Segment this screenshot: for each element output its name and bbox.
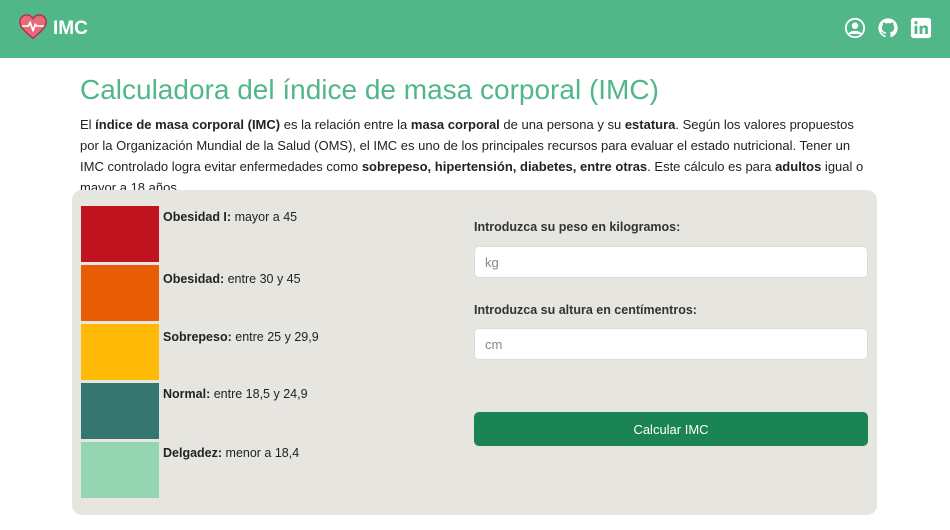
weight-input[interactable] xyxy=(474,246,868,278)
page-title: Calculadora del índice de masa corporal … xyxy=(80,74,659,105)
linkedin-icon[interactable] xyxy=(910,17,932,39)
legend-item-normal: Normal: entre 18,5 y 24,9 xyxy=(81,383,401,439)
legend-item-obesidad: Obesidad: entre 30 y 45 xyxy=(81,265,401,321)
legend-range: entre 25 y 29,9 xyxy=(235,330,319,344)
intro-paragraph: El índice de masa corporal (IMC) es la r… xyxy=(80,114,870,198)
color-swatch xyxy=(81,442,159,498)
intro-highlight: adultos xyxy=(775,159,822,174)
heart-pulse-icon xyxy=(18,12,48,47)
social-links xyxy=(844,17,932,39)
brand-name: IMC xyxy=(53,18,88,39)
legend-item-sobrepeso: Sobrepeso: entre 25 y 29,9 xyxy=(81,324,401,380)
legend-item-obesidad-i: Obesidad I: mayor a 45 xyxy=(81,206,401,262)
intro-highlight: masa corporal xyxy=(410,117,500,132)
intro-highlight: estatura xyxy=(624,117,676,132)
legend-label: Obesidad I: xyxy=(163,210,232,224)
color-swatch xyxy=(81,206,159,262)
height-input[interactable] xyxy=(474,328,868,360)
brand-link[interactable]: IMC xyxy=(18,12,88,46)
intro-highlight: sobrepeso, hipertensión, diabetes, entre… xyxy=(361,159,648,174)
legend-range: menor a 18,4 xyxy=(225,446,300,460)
intro-text: es la relación entre la xyxy=(280,117,411,132)
legend-label: Sobrepeso: xyxy=(163,330,232,344)
weight-label: Introduzca su peso en kilogramos: xyxy=(474,220,681,234)
legend-range: entre 30 y 45 xyxy=(227,272,301,286)
intro-text: . Este cálculo es para xyxy=(647,159,776,174)
legend-range: entre 18,5 y 24,9 xyxy=(213,387,308,401)
navbar: IMC xyxy=(0,0,950,58)
color-swatch xyxy=(81,265,159,321)
calculator-panel: Obesidad I: mayor a 45 Obesidad: entre 3… xyxy=(72,190,877,515)
height-label: Introduzca su altura en centímentros: xyxy=(474,303,697,317)
github-icon[interactable] xyxy=(877,17,899,39)
color-swatch xyxy=(81,324,159,380)
legend-item-delgadez: Delgadez: menor a 18,4 xyxy=(81,442,401,498)
intro-text: El xyxy=(80,117,96,132)
calculate-button[interactable]: Calcular IMC xyxy=(474,412,868,446)
intro-highlight: índice de masa corporal (IMC) xyxy=(95,117,281,132)
legend-label: Obesidad: xyxy=(163,272,225,286)
intro-text: de una persona y su xyxy=(499,117,625,132)
legend-label: Delgadez: xyxy=(163,446,223,460)
legend-range: mayor a 45 xyxy=(234,210,298,224)
user-circle-icon[interactable] xyxy=(844,17,866,39)
color-swatch xyxy=(81,383,159,439)
legend-label: Normal: xyxy=(163,387,211,401)
